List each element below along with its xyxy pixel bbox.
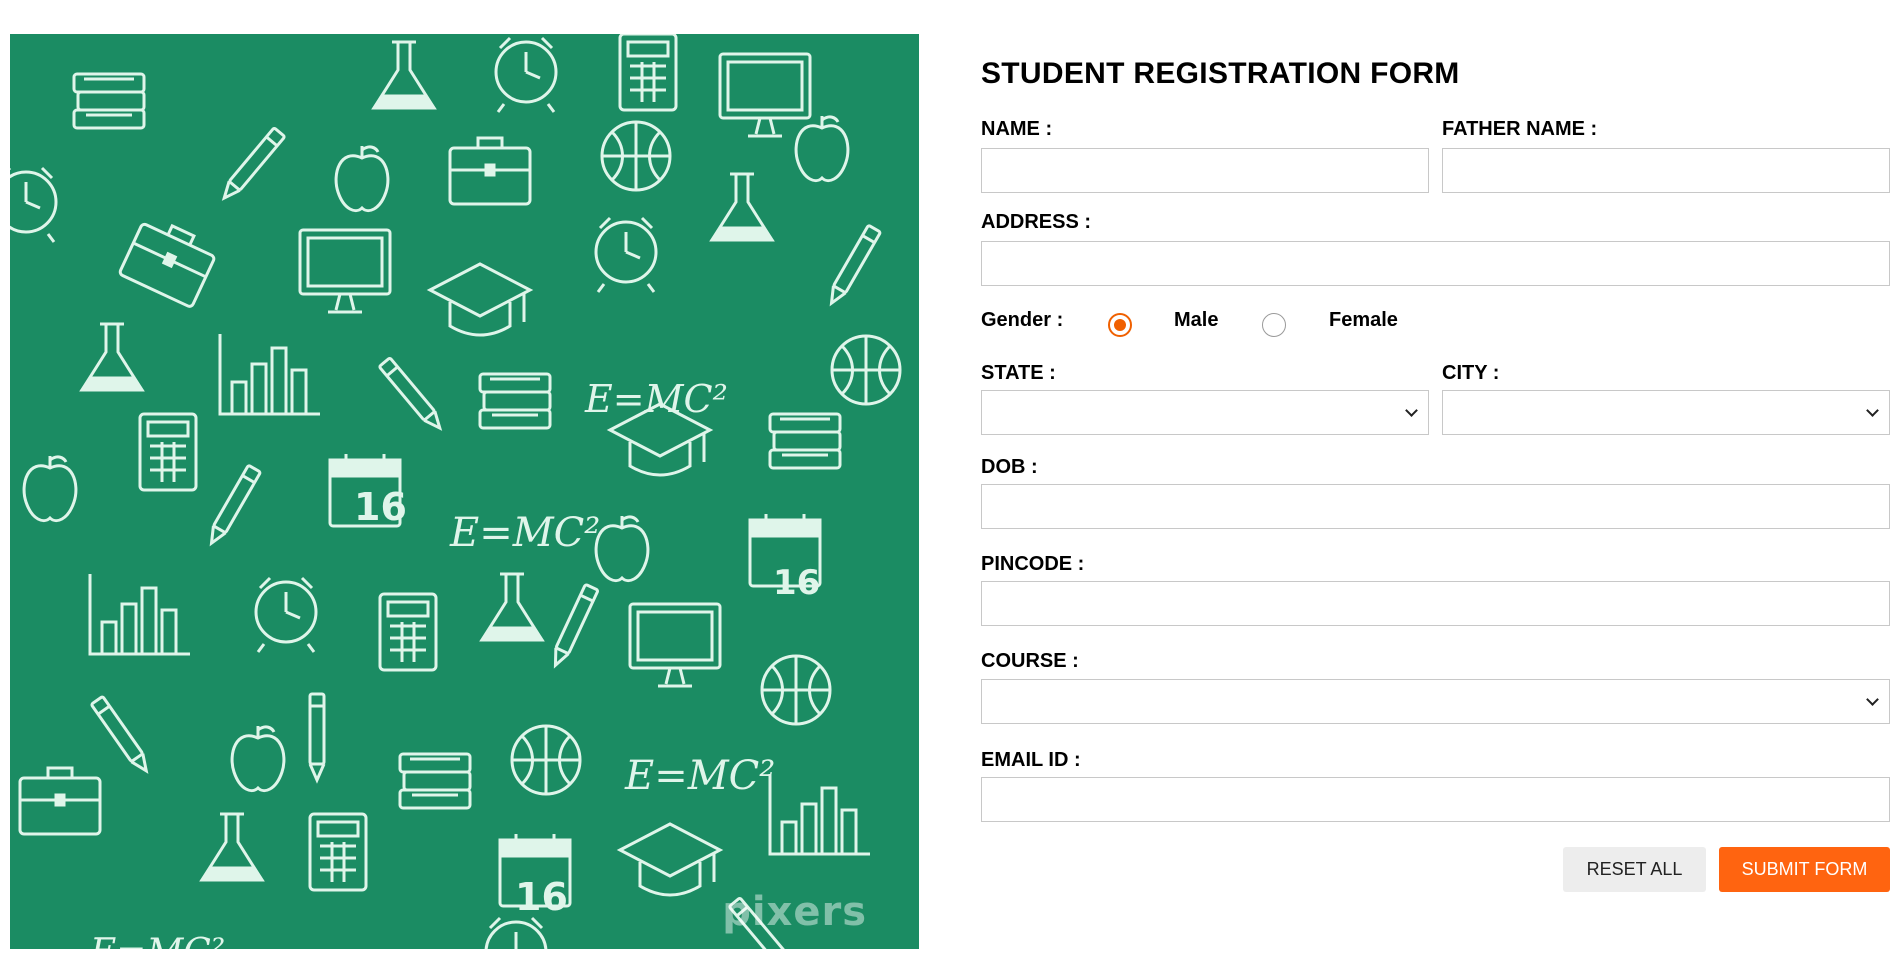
gender-female-radio[interactable] [1262,313,1286,337]
reset-all-button[interactable]: RESET ALL [1563,847,1706,892]
email-input[interactable] [981,777,1890,822]
course-label: COURSE : [981,650,1079,672]
course-select[interactable] [981,679,1890,724]
state-label: STATE : [981,362,1056,384]
city-select[interactable] [1442,390,1890,435]
gender-female-label[interactable]: Female [1329,308,1398,332]
name-input[interactable] [981,148,1429,193]
gender-male-label[interactable]: Male [1174,308,1218,332]
father-name-label: FATHER NAME : [1442,118,1598,140]
pincode-label: PINCODE : [981,553,1085,575]
form-title: STUDENT REGISTRATION FORM [981,57,1460,90]
name-label: NAME : [981,118,1053,140]
dob-input[interactable] [981,484,1890,529]
registration-form: STUDENT REGISTRATION FORM [981,56,1889,92]
watermark-text: pixers [722,889,867,935]
gender-male-radio[interactable] [1108,313,1132,337]
dob-label: DOB : [981,456,1038,478]
state-select[interactable] [981,390,1429,435]
chalk-text: E=MC² [449,510,600,556]
city-label: CITY : [1442,362,1500,384]
gender-label: Gender : [981,309,1064,331]
father-name-input[interactable] [1442,148,1890,193]
email-label: EMAIL ID : [981,749,1081,771]
hero-image: E=MC² E=MC² E=MC² E=MC² 16 16 16 pixers [10,34,919,949]
chalk-text: 16 [354,485,407,529]
submit-form-button[interactable]: SUBMIT FORM [1719,847,1890,892]
chalk-text: 16 [515,875,568,919]
chalk-text: E=MC² [584,377,728,421]
chalk-text: E=MC² [89,932,225,949]
chalk-text: E=MC² [624,753,775,799]
pincode-input[interactable] [981,581,1890,626]
chalk-text: 16 [773,563,820,603]
chalkboard-pattern: E=MC² E=MC² E=MC² E=MC² 16 16 16 [10,34,919,949]
address-label: ADDRESS : [981,211,1092,233]
address-input[interactable] [981,241,1890,286]
